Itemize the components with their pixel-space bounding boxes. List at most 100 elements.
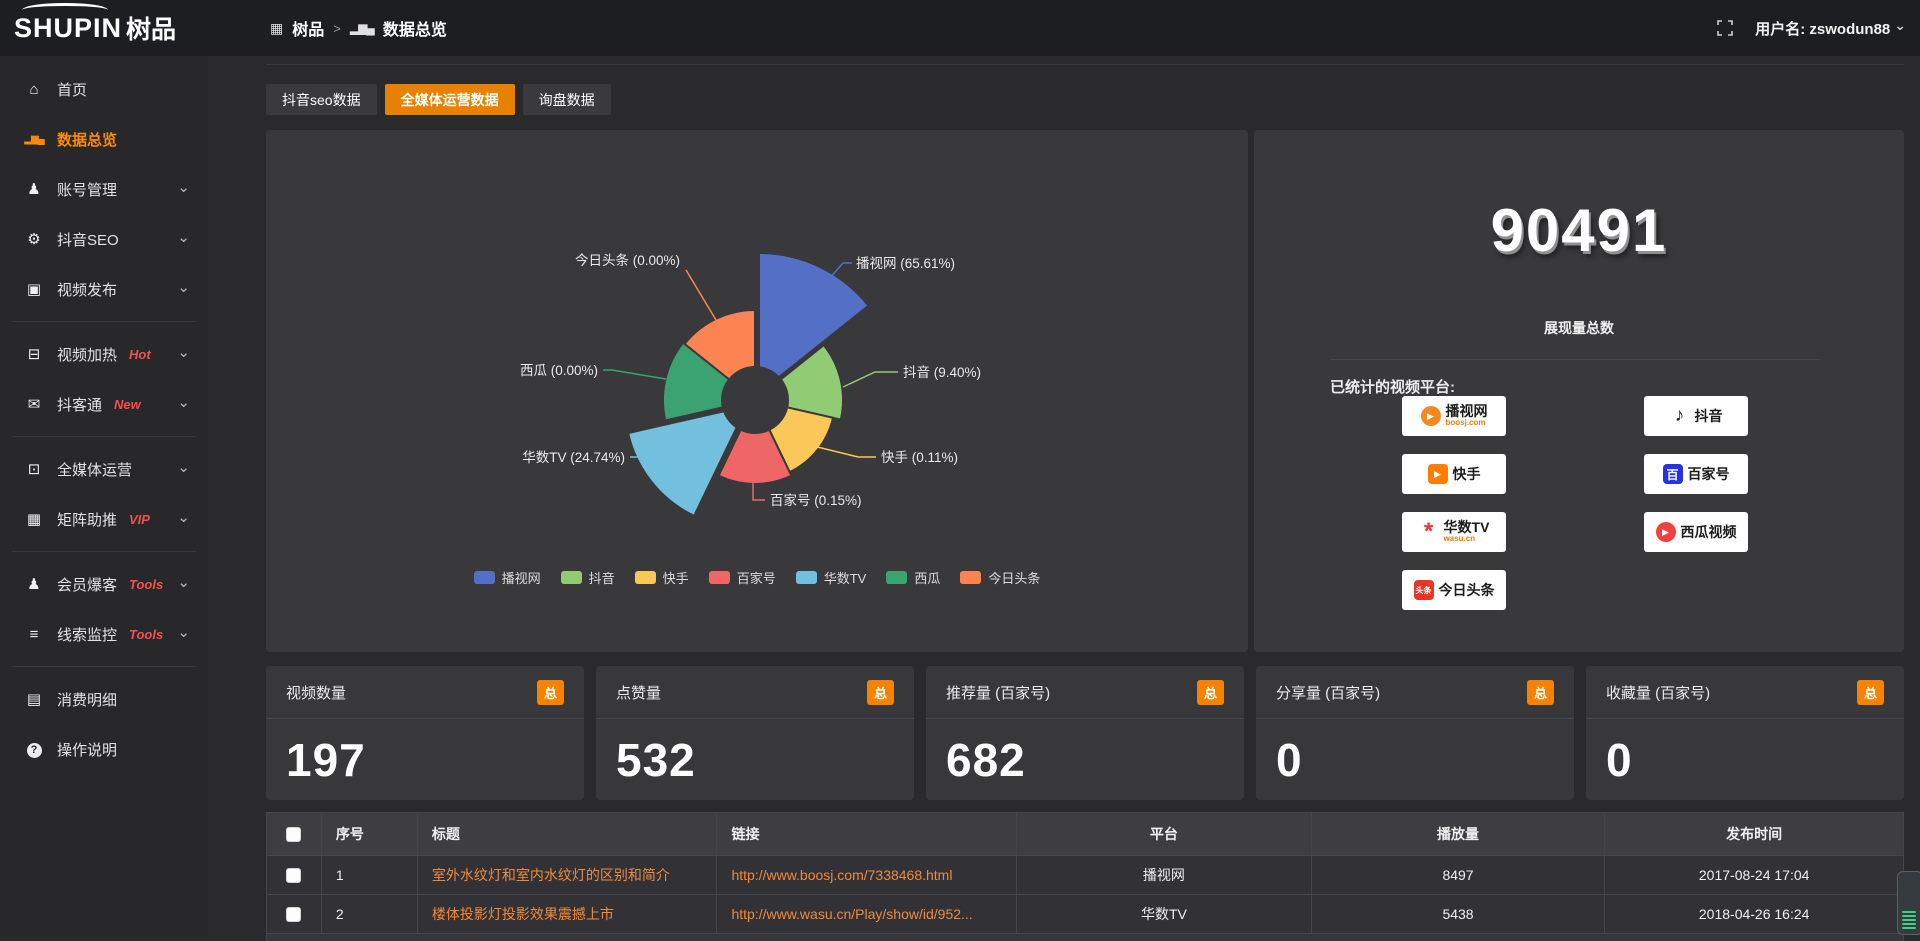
stat-value: 0 [1256,719,1574,787]
legend-swatch [561,571,582,584]
tab-douyin-seo-data[interactable]: 抖音seo数据 [266,84,377,115]
summary-divider [1330,359,1820,360]
stat-card-likes: 点赞量 总 532 [596,666,914,800]
chevron-down-icon: ⌄ [177,573,190,591]
sidebar-item-douyin-seo[interactable]: ⚙ 抖音SEO ⌄ [0,214,208,264]
cell-title-link[interactable]: 楼体投影灯投影效果震撼上市 [418,895,718,933]
sidebar-item-omnimedia[interactable]: ⊡ 全媒体运营 ⌄ [0,444,208,494]
new-badge: New [114,397,141,412]
wallet-icon: ▤ [24,690,44,708]
sidebar-divider [12,321,196,322]
select-all-checkbox[interactable] [286,827,301,842]
legend-item[interactable]: 播视网 [474,568,541,587]
legend-item[interactable]: 华数TV [796,568,867,587]
pie-label: 百家号 (0.15%) [770,492,862,508]
username-label: 用户名: zswodun88 [1755,18,1890,39]
topbar-right: 用户名: zswodun88 ⌄ [1717,0,1906,56]
sidebar-divider [12,666,196,667]
username-menu[interactable]: 用户名: zswodun88 ⌄ [1755,18,1906,39]
baijiahao-logo-icon: 百 [1663,464,1683,484]
stat-label: 视频数量 [286,682,346,703]
screen-icon: ⊟ [24,345,44,363]
cell-title-link[interactable]: 室外水纹灯和室内水纹灯的区别和简介 [418,856,718,894]
sidebar-item-douketong[interactable]: ✉ 抖客通 New ⌄ [0,379,208,429]
stat-value: 0 [1586,719,1904,787]
chat-icon: ✉ [24,395,44,413]
sidebar-item-spending-detail[interactable]: ▤ 消费明细 [0,674,208,724]
leader-line [686,270,716,320]
platform-badge-wasutv: * 华数TVwasu.cn [1402,512,1506,552]
user-icon: ♟ [24,575,44,593]
sidebar-item-label: 消费明细 [57,689,117,710]
chevron-down-icon: ⌄ [177,508,190,526]
tools-badge: Tools [129,577,163,592]
stat-card-favorites: 收藏量 (百家号) 总 0 [1586,666,1904,800]
boshiwang-logo-icon: ▶ [1421,406,1441,426]
breadcrumb: ▦ 树品 > ▂▆▄ 数据总览 [270,0,447,56]
xigua-logo-icon: ▶ [1656,522,1676,542]
total-badge: 总 [1857,680,1884,705]
impressions-summary-card: 90491 展现量总数 已统计的视频平台: ▶ 播视网boosj.com ♪ 抖… [1254,130,1904,652]
pie-label: 播视网 (65.61%) [856,256,955,271]
sidebar-divider [12,436,196,437]
sidebar-item-help[interactable]: ? 操作说明 [0,724,208,774]
stat-card-shares: 分享量 (百家号) 总 0 [1256,666,1574,800]
platform-badge-boshiwang: ▶ 播视网boosj.com [1402,396,1506,436]
hot-badge: Hot [129,347,151,362]
row-checkbox[interactable] [286,868,301,883]
sidebar-item-matrix-boost[interactable]: ▦ 矩阵助推 VIP ⌄ [0,494,208,544]
cell-url-link[interactable]: http://www.wasu.cn/Play/show/id/952... [717,895,1017,933]
sidebar-item-data-overview[interactable]: ▂▆▄ 数据总览 [0,114,208,164]
sidebar-item-home[interactable]: ⌂ 首页 [0,64,208,114]
sidebar-item-account-mgmt[interactable]: ♟ 账号管理 ⌄ [0,164,208,214]
chevron-down-icon: ⌄ [177,343,190,361]
tab-inquiry-data[interactable]: 询盘数据 [523,84,611,115]
breadcrumb-current[interactable]: 数据总览 [383,16,447,40]
breadcrumb-root[interactable]: 树品 [292,16,324,40]
pie-label: 西瓜 (0.00%) [520,363,598,378]
legend-item[interactable]: 快手 [635,568,689,587]
stat-value: 532 [596,719,914,787]
select-all-cell [267,813,322,855]
sidebar-item-member-burst[interactable]: ♟ 会员爆客 Tools ⌄ [0,559,208,609]
col-header-views: 播放量 [1312,813,1606,855]
cell-index: 1 [322,856,418,894]
table-header-row: 序号 标题 链接 平台 播放量 发布时间 [267,813,1903,855]
chevron-down-icon: ⌄ [177,623,190,641]
stats-row: 视频数量 总 197 点赞量 总 532 推荐量 (百家号) 总 682 分享量… [266,666,1904,800]
sidebar-item-label: 视频发布 [57,279,117,300]
legend-item[interactable]: 抖音 [561,568,615,587]
col-header-published: 发布时间 [1605,813,1903,855]
app-logo: SHUPIN 树品 [14,0,208,56]
sidebar-divider [12,551,196,552]
platform-share-chart-card: 播视网 (65.61%) 抖音 (9.40%) 快手 (0.11%) 百家号 (… [266,130,1248,652]
sidebar-item-label: 账号管理 [57,179,117,200]
vip-badge: VIP [129,512,150,527]
legend-item[interactable]: 百家号 [709,568,776,587]
legend-item[interactable]: 今日头条 [960,568,1040,587]
chevron-down-icon: ⌄ [177,393,190,411]
main-content: 抖音seo数据 全媒体运营数据 询盘数据 播视网 (65.61%) 抖音 (9 [266,0,1904,936]
sidebar-item-lead-monitor[interactable]: ≡ 线索监控 Tools ⌄ [0,609,208,659]
legend-item[interactable]: 西瓜 [886,568,940,587]
sidebar-item-video-heat[interactable]: ⊟ 视频加热 Hot ⌄ [0,329,208,379]
legend-swatch [886,571,907,584]
legend-swatch [709,571,730,584]
topbar: SHUPIN 树品 ▦ 树品 > ▂▆▄ 数据总览 用户名: zswodun88… [0,0,1920,56]
bar-chart-icon: ▂▆▄ [24,134,44,145]
impressions-total-label: 展现量总数 [1254,318,1904,338]
total-badge: 总 [537,680,564,705]
cell-platform: 华数TV [1017,895,1312,933]
platform-badge-kuaishou: ▶ 快手 [1402,454,1506,494]
sidebar-item-video-publish[interactable]: ▣ 视频发布 ⌄ [0,264,208,314]
cell-views: 8497 [1312,856,1606,894]
floating-scroll-widget[interactable] [1897,871,1920,935]
row-checkbox[interactable] [286,907,301,922]
fullscreen-icon[interactable] [1717,20,1733,36]
toutiao-logo-icon: 头条 [1414,580,1434,600]
cell-url-link[interactable]: http://www.boosj.com/7338468.html [717,856,1017,894]
tab-omnimedia-data[interactable]: 全媒体运营数据 [385,84,515,115]
stat-value: 682 [926,719,1244,787]
chevron-down-icon: ⌄ [177,178,190,196]
cell-views: 5438 [1312,895,1606,933]
